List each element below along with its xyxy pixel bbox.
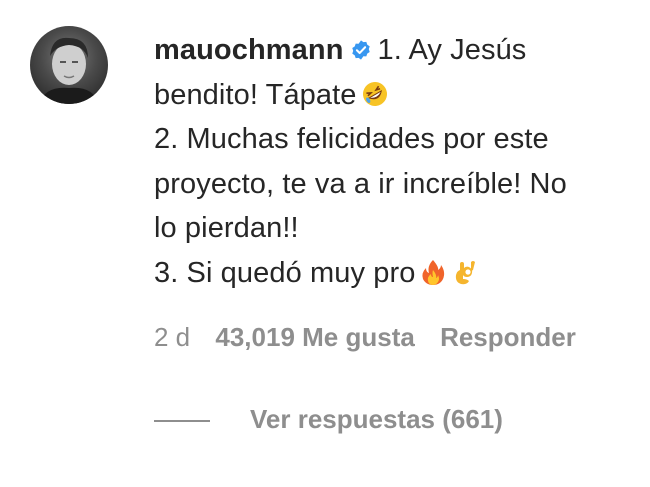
replies-divider — [154, 420, 210, 423]
comment-text-line-6: 3. Si quedó muy pro — [154, 256, 416, 289]
comment-meta: 2 d 43,019 Me gusta Responder — [154, 322, 594, 353]
view-replies-button[interactable]: Ver respuestas (661) — [154, 404, 503, 435]
comment-line-4: proyecto, te va a ir increíble! No — [154, 162, 650, 207]
verified-badge-icon — [351, 40, 370, 60]
username[interactable]: mauochmann — [154, 34, 344, 66]
comment-line-5: lo pierdan!! — [154, 206, 650, 251]
comment-text-line-3: 2. Muchas felicidades por este — [154, 123, 549, 155]
comment-line-3: 2. Muchas felicidades por este — [154, 117, 650, 162]
comment-age: 2 d — [154, 322, 191, 352]
comment: mauochmann 1. Ay Jesús bendito! Tápate 2.… — [0, 0, 650, 487]
comment-text-line-4: proyecto, te va a ir increíble! No — [154, 167, 567, 200]
profile-photo — [40, 37, 98, 104]
comment-text-line-1: 1. Ay Jesús — [377, 34, 527, 66]
likes-count-button[interactable]: 43,019 Me gusta — [215, 322, 414, 352]
view-replies-label: Ver respuestas (661) — [250, 404, 503, 434]
avatar[interactable] — [30, 26, 108, 104]
comment-line-1: mauochmann 1. Ay Jesús — [154, 28, 650, 73]
ok-hand-emoji-icon — [456, 260, 476, 284]
comment-text-line-5: lo pierdan!! — [154, 212, 299, 244]
comment-text-line-2: bendito! Tápate — [154, 78, 357, 111]
comment-line-2: bendito! Tápate — [154, 73, 650, 118]
comment-line-6: 3. Si quedó muy pro — [154, 251, 650, 296]
reply-button[interactable]: Responder — [440, 322, 576, 352]
fire-emoji-icon — [422, 259, 445, 285]
rolling-on-floor-laughing-emoji-icon — [362, 81, 387, 106]
comment-body: mauochmann 1. Ay Jesús bendito! Tápate 2.… — [154, 28, 650, 295]
